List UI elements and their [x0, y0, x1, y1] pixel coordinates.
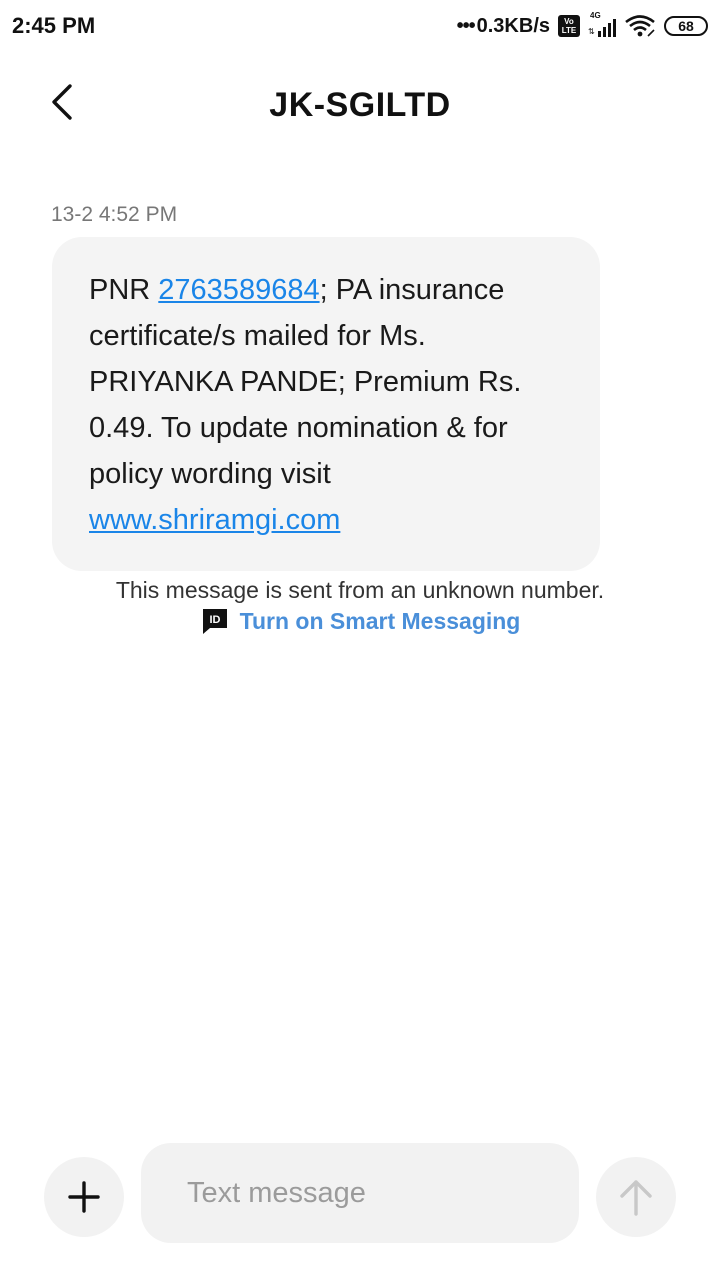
volte-icon: Vo LTE [558, 15, 580, 37]
back-button[interactable] [36, 76, 88, 128]
svg-text:ID: ID [209, 614, 220, 626]
add-attachment-button[interactable] [44, 1157, 124, 1237]
wifi-icon [625, 15, 655, 37]
message-text: PNR 2763589684; PA insurance certificate… [89, 267, 569, 543]
signal-bar [603, 27, 606, 37]
network-type: 4G [590, 11, 601, 20]
signal-icon: 4G ⇅ [588, 11, 616, 37]
message-input[interactable] [141, 1143, 579, 1243]
battery-icon: 68 [664, 16, 708, 36]
status-icons: ••• 0.3KB/s Vo LTE 4G ⇅ 68 [457, 11, 708, 38]
chevron-left-icon [52, 84, 72, 120]
volte-line2: LTE [561, 26, 577, 35]
send-button[interactable] [596, 1157, 676, 1237]
message-body: ; PA insurance certificate/s mailed for … [89, 274, 522, 490]
smart-messaging-row[interactable]: ID Turn on Smart Messaging [0, 606, 720, 636]
message-prefix: PNR [89, 274, 159, 306]
message-timestamp: 13-2 4:52 PM [51, 203, 178, 226]
signal-bar [613, 19, 616, 37]
plus-icon [68, 1181, 100, 1213]
id-icon: ID [202, 609, 227, 634]
unknown-number-notice: This message is sent from an unknown num… [115, 577, 605, 603]
turn-on-smart-messaging-link[interactable]: Turn on Smart Messaging [240, 608, 521, 635]
signal-bar [598, 31, 601, 37]
battery-level: 68 [678, 18, 694, 34]
network-speed: ••• 0.3KB/s [457, 15, 550, 38]
status-bar: 2:45 PM ••• 0.3KB/s Vo LTE 4G ⇅ 68 [0, 0, 720, 52]
message-bubble[interactable]: PNR 2763589684; PA insurance certificate… [52, 237, 600, 571]
data-arrows-icon: ⇅ [588, 27, 595, 36]
conversation-header: JK-SGILTD [0, 62, 720, 148]
conversation-title: JK-SGILTD [269, 85, 451, 124]
screen: 2:45 PM ••• 0.3KB/s Vo LTE 4G ⇅ 68 JK-SG… [0, 0, 720, 1280]
signal-bar [608, 23, 611, 37]
network-speed-value: 0.3KB/s [476, 14, 550, 37]
website-link[interactable]: www.shriramgi.com [89, 504, 340, 536]
activity-dots-icon: ••• [456, 14, 476, 37]
status-time: 2:45 PM [12, 13, 96, 38]
volte-line1: Vo [564, 17, 574, 26]
arrow-up-icon [620, 1180, 652, 1216]
pnr-link[interactable]: 2763589684 [158, 274, 319, 306]
